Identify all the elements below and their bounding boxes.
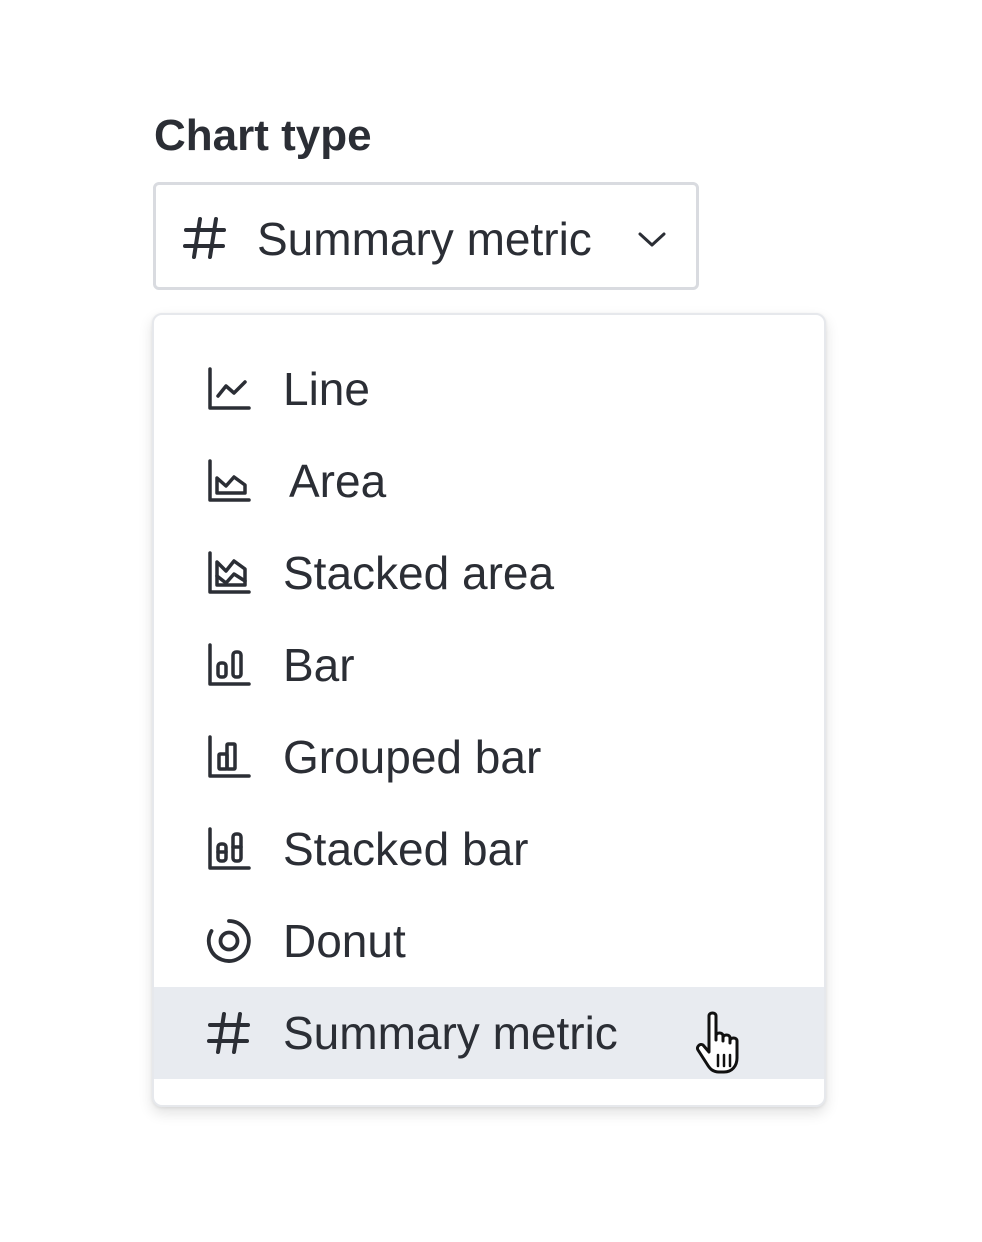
menu-item-label: Grouped bar — [283, 731, 542, 783]
hash-icon — [206, 1010, 252, 1056]
selected-value: Summary metric — [257, 213, 592, 265]
line-chart-icon — [206, 366, 252, 412]
chart-type-select[interactable]: Summary metric — [153, 182, 699, 290]
menu-item-grouped-bar[interactable]: Grouped bar — [154, 711, 824, 803]
menu-item-label: Line — [283, 363, 370, 415]
menu-item-stacked-bar[interactable]: Stacked bar — [154, 803, 824, 895]
menu-item-label: Summary metric — [283, 1007, 618, 1059]
hand-pointer-cursor-icon — [692, 1010, 752, 1076]
stacked-bar-chart-icon — [206, 826, 252, 872]
menu-item-label: Bar — [283, 639, 355, 691]
menu-item-donut[interactable]: Donut — [154, 895, 824, 987]
bar-chart-icon — [206, 642, 252, 688]
menu-item-area[interactable]: Area — [154, 435, 824, 527]
donut-chart-icon — [206, 918, 252, 964]
menu-item-stacked-area[interactable]: Stacked area — [154, 527, 824, 619]
menu-item-label: Donut — [283, 915, 406, 967]
chevron-down-icon — [636, 227, 668, 251]
grouped-bar-chart-icon — [206, 734, 252, 780]
menu-item-line[interactable]: Line — [154, 343, 824, 435]
chart-type-dropdown-menu: Line Area Stacked area Bar Grouped bar S… — [152, 313, 826, 1107]
menu-item-label: Stacked area — [283, 547, 555, 599]
menu-item-label: Area — [289, 455, 387, 507]
hash-icon — [182, 215, 228, 261]
area-chart-icon — [206, 458, 252, 504]
menu-item-bar[interactable]: Bar — [154, 619, 824, 711]
stacked-area-chart-icon — [206, 550, 252, 596]
menu-item-label: Stacked bar — [283, 823, 529, 875]
chart-type-label: Chart type — [154, 111, 372, 160]
